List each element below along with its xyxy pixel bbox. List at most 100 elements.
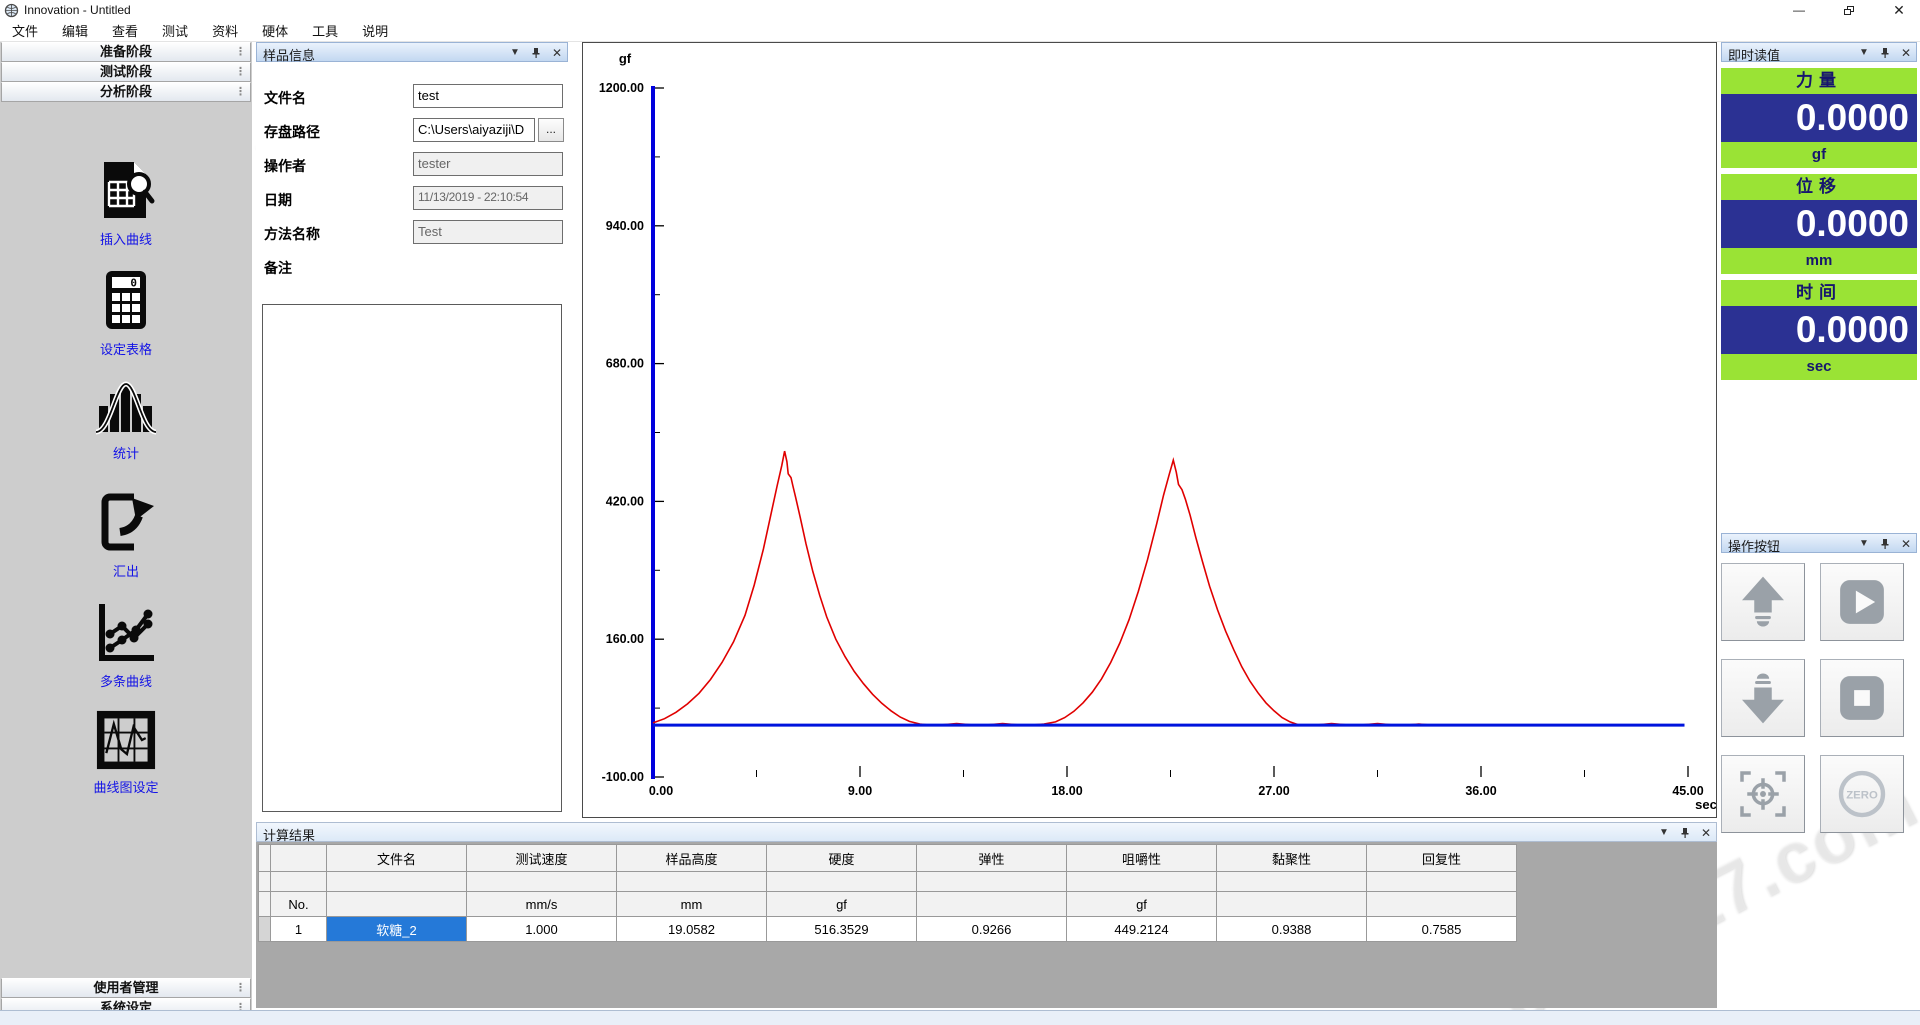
remark-label: 备注: [264, 258, 292, 278]
sidebar-tab-analysis[interactable]: 分析阶段⋮: [1, 82, 251, 102]
unit-cell: [1217, 892, 1367, 917]
col-resilience[interactable]: 回复性: [1367, 845, 1517, 872]
svg-text:680.00: 680.00: [606, 357, 644, 371]
tool-label: 多条曲线: [0, 671, 252, 690]
results-table[interactable]: 文件名 测试速度 样品高度 硬度 弹性 咀嚼性 黏聚性 回复性 No. mm/s…: [258, 844, 1517, 942]
filename-label: 文件名: [264, 88, 306, 108]
sidebar-tab-prepare[interactable]: 准备阶段 ⋮: [1, 42, 251, 62]
tool-label: 汇出: [0, 561, 252, 580]
springiness-cell[interactable]: 0.9266: [917, 917, 1067, 942]
jog-up-button[interactable]: [1721, 563, 1805, 641]
col-test-speed[interactable]: 测试速度: [467, 845, 617, 872]
close-panel-icon[interactable]: ✕: [1901, 46, 1911, 60]
tool-export[interactable]: 汇出: [0, 490, 252, 580]
force-readout: 力量 0.0000 gf: [1721, 68, 1917, 168]
grip-dots-icon: ⋮: [235, 980, 246, 996]
sample-height-cell[interactable]: 19.0582: [617, 917, 767, 942]
tool-set-table[interactable]: 0 设定表格: [0, 268, 252, 358]
menu-data[interactable]: 资料: [200, 19, 250, 42]
unit-cell: gf: [767, 892, 917, 917]
time-label: 时间: [1721, 280, 1917, 306]
tool-multi-curve[interactable]: 多条曲线: [0, 600, 252, 690]
sample-info-panel: 样品信息 ▼ ✕ 文件名 test 存盘路径 C:\Users\aiyaziji…: [256, 42, 568, 818]
operator-label: 操作者: [264, 156, 306, 176]
col-filename[interactable]: 文件名: [327, 845, 467, 872]
operation-buttons-caption: 操作按钮 ▼ ✕: [1721, 533, 1917, 553]
browse-button[interactable]: ...: [538, 118, 564, 142]
menu-edit[interactable]: 编辑: [50, 19, 100, 42]
menu-view[interactable]: 查看: [100, 19, 150, 42]
target-icon: [1735, 766, 1791, 822]
menu-tools[interactable]: 工具: [300, 19, 350, 42]
row-number-cell: 1: [271, 917, 327, 942]
resilience-cell[interactable]: 0.7585: [1367, 917, 1517, 942]
svg-text:27.00: 27.00: [1258, 784, 1289, 798]
time-value: 0.0000: [1721, 306, 1917, 354]
grip-dots-icon: ⋮: [235, 44, 246, 60]
date-input: 11/13/2019 - 22:10:54: [413, 186, 563, 210]
col-springiness[interactable]: 弹性: [917, 845, 1067, 872]
close-panel-icon[interactable]: ✕: [1901, 537, 1911, 551]
statistics-icon: [94, 380, 158, 436]
chart-settings-icon: [96, 710, 156, 770]
hardness-cell[interactable]: 516.3529: [767, 917, 917, 942]
dropdown-arrow-icon[interactable]: ▼: [1659, 826, 1669, 840]
table-header-row: 文件名 测试速度 样品高度 硬度 弹性 咀嚼性 黏聚性 回复性: [259, 845, 1517, 872]
dropdown-arrow-icon[interactable]: ▼: [510, 46, 520, 60]
table-row[interactable]: 1 软糖_2 1.000 19.0582 516.3529 0.9266 449…: [259, 917, 1517, 942]
filename-cell-selected[interactable]: 软糖_2: [327, 917, 467, 942]
col-chewiness[interactable]: 咀嚼性: [1067, 845, 1217, 872]
svg-text:9.00: 9.00: [848, 784, 872, 798]
save-path-input[interactable]: C:\Users\aiyaziji\D: [413, 118, 535, 142]
grip-dots-icon: ⋮: [235, 84, 246, 100]
pin-icon[interactable]: [1679, 827, 1691, 839]
table-units-row: No. mm/s mm gf gf: [259, 892, 1517, 917]
col-sample-height[interactable]: 样品高度: [617, 845, 767, 872]
svg-text:420.00: 420.00: [606, 494, 644, 508]
svg-text:ZERO: ZERO: [1846, 789, 1878, 801]
app-icon: [4, 3, 19, 18]
col-cohesiveness[interactable]: 黏聚性: [1217, 845, 1367, 872]
pin-icon[interactable]: [1879, 538, 1891, 550]
tool-insert-curve[interactable]: 插入曲线: [0, 158, 252, 248]
chewiness-cell[interactable]: 449.2124: [1067, 917, 1217, 942]
force-time-chart[interactable]: gf1200.00940.00680.00420.00160.00-100.00…: [583, 43, 1716, 817]
menu-help[interactable]: 说明: [350, 19, 400, 42]
close-button[interactable]: ✕: [1886, 2, 1912, 18]
close-panel-icon[interactable]: ✕: [552, 46, 562, 60]
jog-down-button[interactable]: [1721, 659, 1805, 737]
arrow-up-icon: [1735, 571, 1791, 633]
pin-icon[interactable]: [530, 47, 542, 59]
stop-button[interactable]: [1820, 659, 1904, 737]
sidebar-tab-label: 准备阶段: [100, 44, 152, 59]
restore-button[interactable]: [1836, 2, 1862, 18]
start-button[interactable]: [1820, 563, 1904, 641]
tool-label: 统计: [0, 443, 252, 462]
zero-button[interactable]: ZERO: [1820, 755, 1904, 833]
sidebar-tab-testing[interactable]: 测试阶段⋮: [1, 62, 251, 82]
menu-file[interactable]: 文件: [0, 19, 50, 42]
sidebar-tab-user-management[interactable]: 使用者管理⋮: [1, 978, 251, 998]
tool-statistics[interactable]: 统计: [0, 380, 252, 462]
realtime-readout-panel: 即时读值 ▼ ✕ 力量 0.0000 gf 位移 0.0000 mm 时间 0.…: [1721, 42, 1917, 380]
close-panel-icon[interactable]: ✕: [1701, 826, 1711, 840]
test-speed-cell[interactable]: 1.000: [467, 917, 617, 942]
displacement-value: 0.0000: [1721, 200, 1917, 248]
dropdown-arrow-icon[interactable]: ▼: [1859, 537, 1869, 551]
force-label: 力量: [1721, 68, 1917, 94]
filename-input[interactable]: test: [413, 84, 563, 108]
menu-hardware[interactable]: 硬体: [250, 19, 300, 42]
force-value: 0.0000: [1721, 94, 1917, 142]
svg-text:0.00: 0.00: [649, 784, 673, 798]
minimize-button[interactable]: —: [1786, 2, 1812, 18]
table-empty-row: [259, 872, 1517, 892]
cohesiveness-cell[interactable]: 0.9388: [1217, 917, 1367, 942]
menu-test[interactable]: 测试: [150, 19, 200, 42]
pin-icon[interactable]: [1879, 47, 1891, 59]
dropdown-arrow-icon[interactable]: ▼: [1859, 46, 1869, 60]
tool-chart-settings[interactable]: 曲线图设定: [0, 710, 252, 796]
remark-textarea[interactable]: [262, 304, 562, 812]
panel-title: 即时读值: [1728, 48, 1780, 63]
col-hardness[interactable]: 硬度: [767, 845, 917, 872]
return-origin-button[interactable]: [1721, 755, 1805, 833]
